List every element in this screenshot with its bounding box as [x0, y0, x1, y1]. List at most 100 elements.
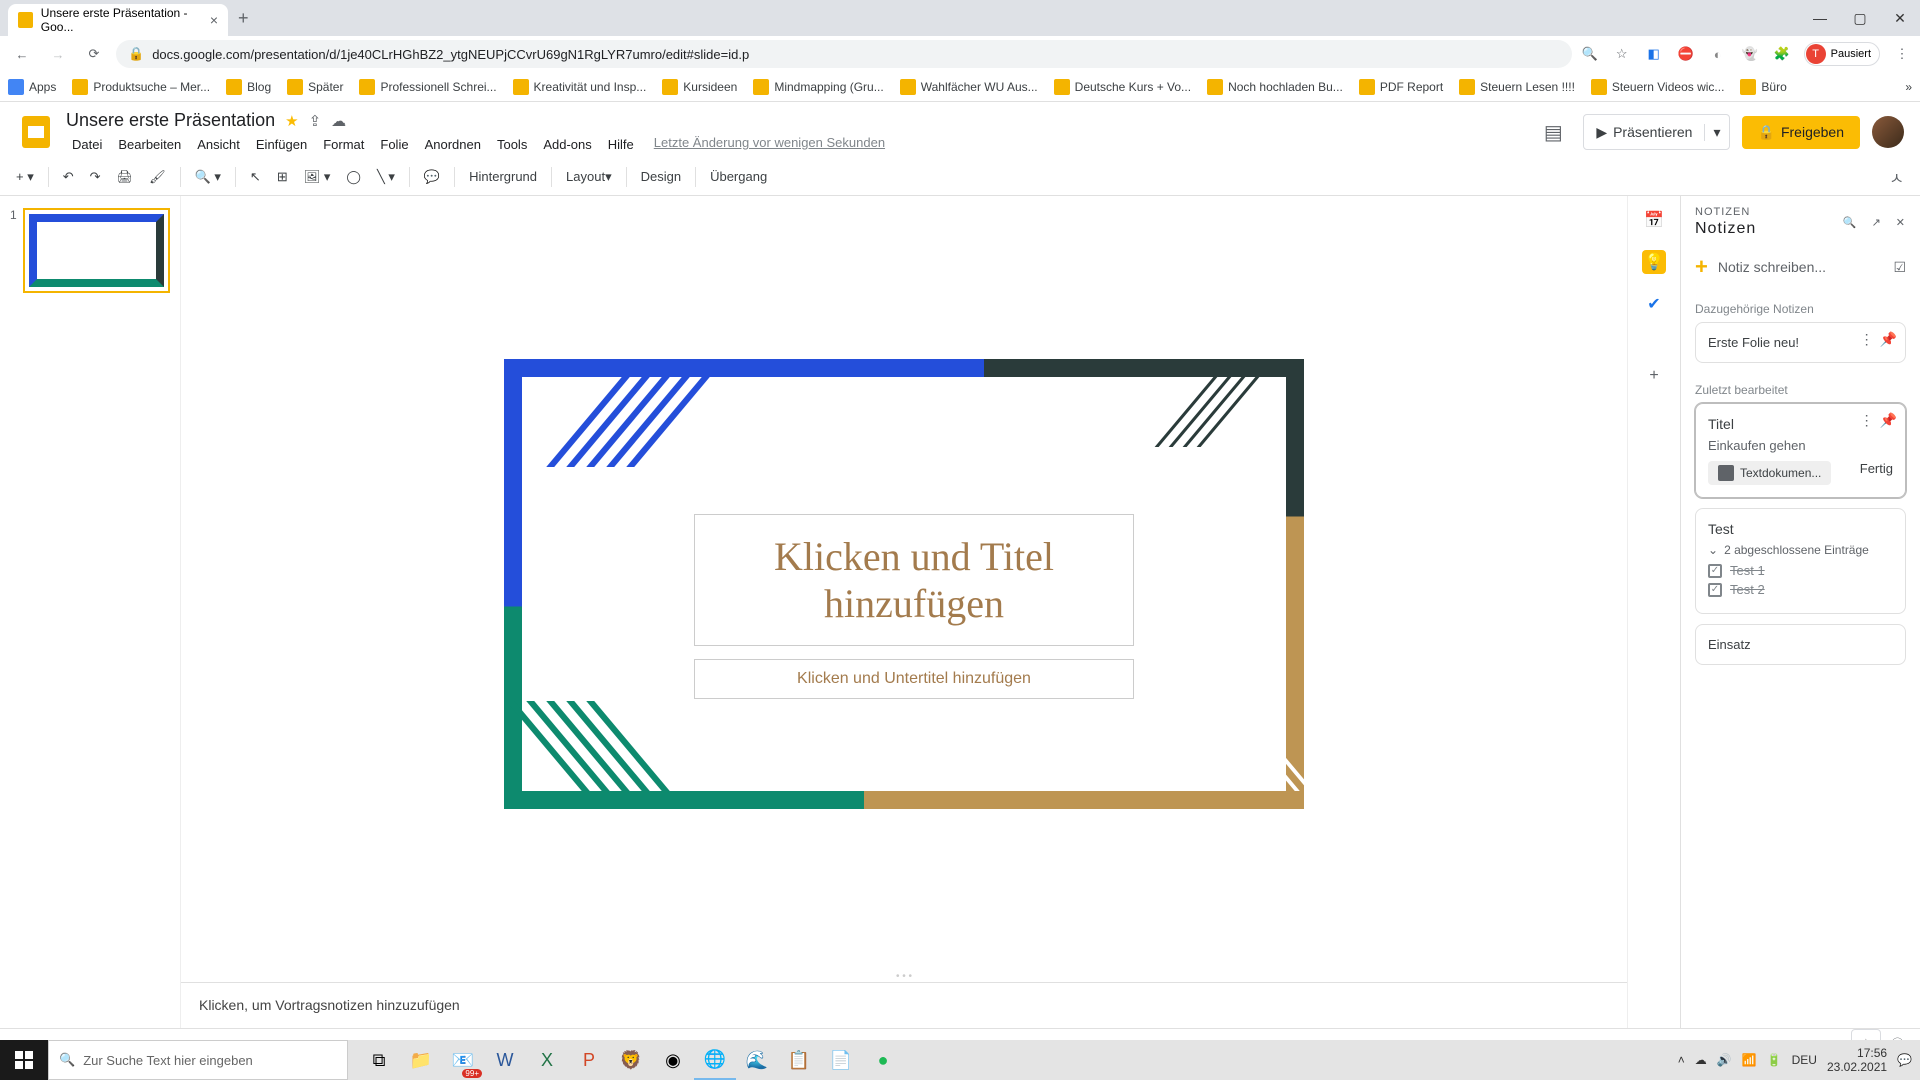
design-button[interactable]: Design: [635, 165, 687, 188]
obs-icon[interactable]: ◉: [652, 1040, 694, 1080]
comments-icon[interactable]: ▤: [1535, 114, 1571, 150]
tasks-sidebar-icon[interactable]: ✔: [1642, 292, 1666, 316]
checklist-item[interactable]: ✓ Test 1: [1708, 563, 1893, 578]
bookmark-item[interactable]: Blog: [226, 79, 271, 95]
menu-ansicht[interactable]: Ansicht: [191, 135, 246, 154]
completed-toggle[interactable]: ⌄ 2 abgeschlossene Einträge: [1708, 543, 1893, 557]
slide-thumbnail[interactable]: [23, 208, 170, 293]
add-sidebar-icon[interactable]: +: [1642, 364, 1666, 388]
menu-tools[interactable]: Tools: [491, 135, 533, 154]
language-indicator[interactable]: DEU: [1792, 1053, 1817, 1067]
adblock-icon[interactable]: ⛔: [1676, 44, 1696, 64]
close-panel-icon[interactable]: ✕: [1896, 216, 1906, 229]
notes-drag-handle[interactable]: • • •: [181, 971, 1627, 982]
bookmark-item[interactable]: Steuern Videos wic...: [1591, 79, 1725, 95]
app-icon[interactable]: 📄: [820, 1040, 862, 1080]
keep-sidebar-icon[interactable]: 💡: [1642, 250, 1666, 274]
menu-bearbeiten[interactable]: Bearbeiten: [112, 135, 187, 154]
extensions-icon[interactable]: 🧩: [1772, 44, 1792, 64]
close-tab-icon[interactable]: ×: [210, 12, 218, 28]
move-icon[interactable]: ⇪: [309, 112, 322, 130]
shape-icon[interactable]: ◯: [340, 165, 367, 189]
bookmark-item[interactable]: Später: [287, 79, 343, 95]
doc-title[interactable]: Unsere erste Präsentation: [66, 110, 275, 131]
chrome-menu-icon[interactable]: ⋮: [1892, 44, 1912, 64]
star-icon[interactable]: ☆: [1612, 44, 1632, 64]
keep-extension-icon[interactable]: ◧: [1644, 44, 1664, 64]
done-button[interactable]: Fertig: [1860, 461, 1893, 476]
new-slide-button[interactable]: + ▾: [10, 165, 40, 189]
hide-menus-icon[interactable]: ㅅ: [1883, 161, 1910, 193]
slides-logo[interactable]: [16, 112, 56, 152]
profile-badge[interactable]: T Pausiert: [1804, 42, 1880, 66]
pin-icon[interactable]: 📌: [1880, 331, 1897, 348]
textbox-icon[interactable]: ⊞: [271, 165, 294, 189]
browser-tab[interactable]: Unsere erste Präsentation - Goo... ×: [8, 4, 228, 36]
edge-icon[interactable]: 🌊: [736, 1040, 778, 1080]
bookmark-item[interactable]: Büro: [1740, 79, 1786, 95]
speaker-notes[interactable]: Klicken, um Vortragsnotizen hinzuzufügen: [181, 982, 1627, 1028]
menu-addons[interactable]: Add-ons: [537, 135, 597, 154]
share-button[interactable]: 🔒 Freigeben: [1742, 116, 1860, 149]
notifications-icon[interactable]: 💬: [1897, 1053, 1912, 1067]
app-icon[interactable]: 📋: [778, 1040, 820, 1080]
menu-anordnen[interactable]: Anordnen: [419, 135, 487, 154]
cloud-icon[interactable]: ☁: [1695, 1053, 1707, 1067]
note-card-einsatz[interactable]: Einsatz: [1695, 624, 1906, 665]
tray-chevron-icon[interactable]: ˄: [1678, 1053, 1685, 1067]
bookmark-item[interactable]: Wahlfächer WU Aus...: [900, 79, 1038, 95]
minimize-icon[interactable]: —: [1800, 3, 1840, 33]
zoom-icon[interactable]: 🔍: [1580, 44, 1600, 64]
bookmark-item[interactable]: Kursideen: [662, 79, 737, 95]
menu-hilfe[interactable]: Hilfe: [602, 135, 640, 154]
bookmark-item[interactable]: Kreativität und Insp...: [513, 79, 647, 95]
search-icon[interactable]: 🔍: [1843, 216, 1858, 229]
doc-chip[interactable]: Textdokumen...: [1708, 461, 1831, 485]
checklist-icon[interactable]: ☑: [1893, 259, 1906, 276]
checkbox-icon[interactable]: ✓: [1708, 564, 1722, 578]
bookmark-overflow-icon[interactable]: »: [1905, 80, 1912, 94]
bookmark-item[interactable]: Steuern Lesen !!!!: [1459, 79, 1575, 95]
clock[interactable]: 17:56 23.02.2021: [1827, 1046, 1887, 1075]
task-view-icon[interactable]: ⧉: [358, 1040, 400, 1080]
new-tab-button[interactable]: +: [238, 8, 249, 29]
bookmark-item[interactable]: Professionell Schrei...: [359, 79, 496, 95]
taskbar-search[interactable]: 🔍 Zur Suche Text hier eingeben: [48, 1040, 348, 1080]
spotify-icon[interactable]: ●: [862, 1040, 904, 1080]
redo-icon[interactable]: ↷: [84, 165, 107, 189]
user-avatar[interactable]: [1872, 116, 1904, 148]
powerpoint-icon[interactable]: P: [568, 1040, 610, 1080]
slide-canvas[interactable]: Klicken und Titel hinzufügen Klicken und…: [504, 359, 1304, 809]
bookmark-item[interactable]: Noch hochladen Bu...: [1207, 79, 1343, 95]
note-card-related[interactable]: ⋮ 📌 Erste Folie neu!: [1695, 322, 1906, 363]
pin-icon[interactable]: 📌: [1880, 412, 1897, 429]
subtitle-placeholder[interactable]: Klicken und Untertitel hinzufügen: [694, 659, 1134, 699]
bookmark-item[interactable]: Produktsuche – Mer...: [72, 79, 210, 95]
present-button[interactable]: ▶Präsentieren ▾: [1583, 114, 1729, 150]
image-icon[interactable]: 🖼 ▾: [298, 165, 337, 189]
title-placeholder[interactable]: Klicken und Titel hinzufügen: [694, 514, 1134, 646]
close-window-icon[interactable]: ✕: [1880, 3, 1920, 33]
undo-icon[interactable]: ↶: [57, 165, 80, 189]
note-menu-icon[interactable]: ⋮: [1860, 412, 1874, 429]
open-external-icon[interactable]: ↗: [1872, 216, 1882, 229]
present-dropdown-icon[interactable]: ▾: [1704, 124, 1728, 141]
zoom-icon[interactable]: 🔍 ▾: [189, 165, 227, 189]
back-icon[interactable]: ←: [8, 40, 36, 68]
ghostery-icon[interactable]: 👻: [1740, 44, 1760, 64]
note-card-test[interactable]: Test ⌄ 2 abgeschlossene Einträge ✓ Test …: [1695, 508, 1906, 614]
explorer-icon[interactable]: 📁: [400, 1040, 442, 1080]
comment-icon[interactable]: 💬: [418, 165, 446, 189]
checkbox-icon[interactable]: ✓: [1708, 583, 1722, 597]
paint-format-icon[interactable]: 🖌: [143, 165, 172, 189]
star-icon[interactable]: ★: [285, 112, 298, 130]
note-menu-icon[interactable]: ⋮: [1860, 331, 1874, 348]
calendar-sidebar-icon[interactable]: 📅: [1642, 208, 1666, 232]
background-button[interactable]: Hintergrund: [463, 165, 543, 188]
print-icon[interactable]: 🖨: [111, 165, 140, 189]
bookmark-item[interactable]: Deutsche Kurs + Vo...: [1054, 79, 1191, 95]
excel-icon[interactable]: X: [526, 1040, 568, 1080]
reload-icon[interactable]: ⟳: [80, 40, 108, 68]
maximize-icon[interactable]: ▢: [1840, 3, 1880, 33]
chrome-icon[interactable]: 🌐: [694, 1040, 736, 1080]
